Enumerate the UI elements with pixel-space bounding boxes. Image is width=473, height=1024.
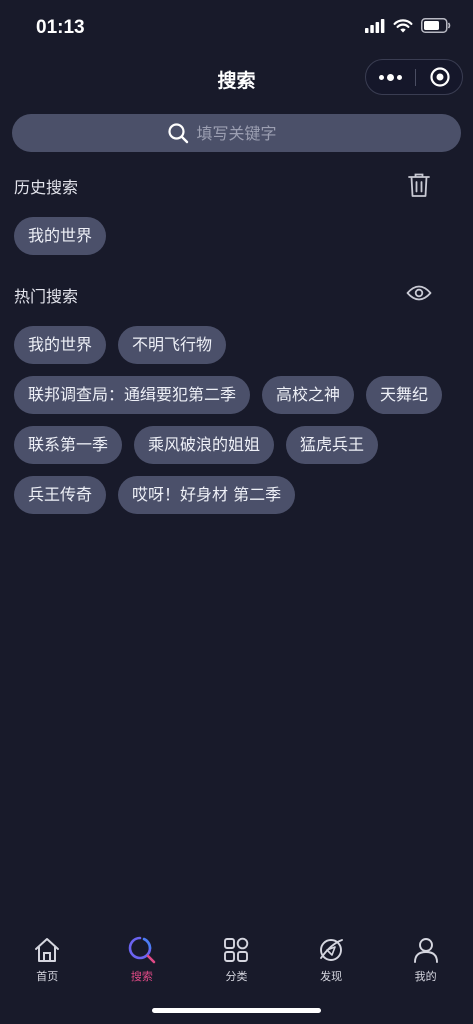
header: 搜索 xyxy=(0,58,473,98)
tab-discover[interactable]: 发现 xyxy=(284,930,379,990)
search-icon xyxy=(127,935,157,965)
more-dot-icon xyxy=(387,73,394,81)
status-time: 01:13 xyxy=(36,17,85,38)
status-icons xyxy=(365,18,451,33)
hot-tag[interactable]: 高校之神 xyxy=(262,376,355,414)
toggle-visibility-button[interactable] xyxy=(405,279,433,307)
wifi-icon xyxy=(393,18,413,32)
tab-label: 首页 xyxy=(36,970,59,983)
hot-tag[interactable]: 联邦调查局：通缉要犯第二季 xyxy=(14,376,251,414)
eye-icon xyxy=(406,285,432,301)
tab-profile[interactable]: 我的 xyxy=(378,930,473,990)
tab-bar: 首页 搜索 分类 发现 我的 xyxy=(0,930,473,990)
history-tag[interactable]: 我的世界 xyxy=(14,217,107,255)
tab-search[interactable]: 搜索 xyxy=(95,930,190,990)
trash-icon xyxy=(408,173,430,197)
tab-label: 分类 xyxy=(225,970,248,983)
tab-label: 发现 xyxy=(320,970,343,983)
discover-icon xyxy=(316,935,346,965)
hot-section-title: 热门搜索 xyxy=(14,287,79,306)
mini-program-capsule xyxy=(365,59,463,95)
history-section-title: 历史搜索 xyxy=(14,178,79,197)
search-bar[interactable] xyxy=(12,114,461,152)
home-indicator xyxy=(152,1008,321,1013)
more-dot-icon xyxy=(397,74,402,80)
hot-tags: 我的世界 不明飞行物 联邦调查局：通缉要犯第二季 高校之神 天舞纪 联系第一季 … xyxy=(14,326,464,514)
tab-label: 搜索 xyxy=(130,970,153,983)
tab-category[interactable]: 分类 xyxy=(189,930,284,990)
cellular-signal-icon xyxy=(365,18,385,33)
category-icon xyxy=(221,935,251,965)
hot-tag[interactable]: 乘风破浪的姐姐 xyxy=(134,426,275,464)
close-button[interactable] xyxy=(416,60,463,94)
home-icon xyxy=(32,935,62,965)
clear-history-button[interactable] xyxy=(405,171,433,199)
hot-tag[interactable]: 我的世界 xyxy=(14,326,107,364)
hot-tag[interactable]: 哎呀！好身材 第二季 xyxy=(118,476,296,514)
hot-tag[interactable]: 猛虎兵王 xyxy=(286,426,379,464)
battery-icon xyxy=(421,18,451,33)
hot-tag[interactable]: 兵王传奇 xyxy=(14,476,107,514)
tab-home[interactable]: 首页 xyxy=(0,930,95,990)
hot-tag[interactable]: 天舞纪 xyxy=(366,376,443,414)
more-button[interactable] xyxy=(366,60,415,94)
search-input[interactable] xyxy=(196,123,307,143)
search-icon xyxy=(167,123,188,144)
hot-tag[interactable]: 不明飞行物 xyxy=(118,326,227,364)
more-dot-icon xyxy=(379,74,384,80)
hot-tag[interactable]: 联系第一季 xyxy=(14,426,123,464)
status-bar: 01:13 xyxy=(0,0,473,56)
tab-label: 我的 xyxy=(414,970,437,983)
target-close-icon xyxy=(429,67,450,87)
profile-icon xyxy=(411,935,441,965)
history-tags: 我的世界 xyxy=(14,217,464,255)
